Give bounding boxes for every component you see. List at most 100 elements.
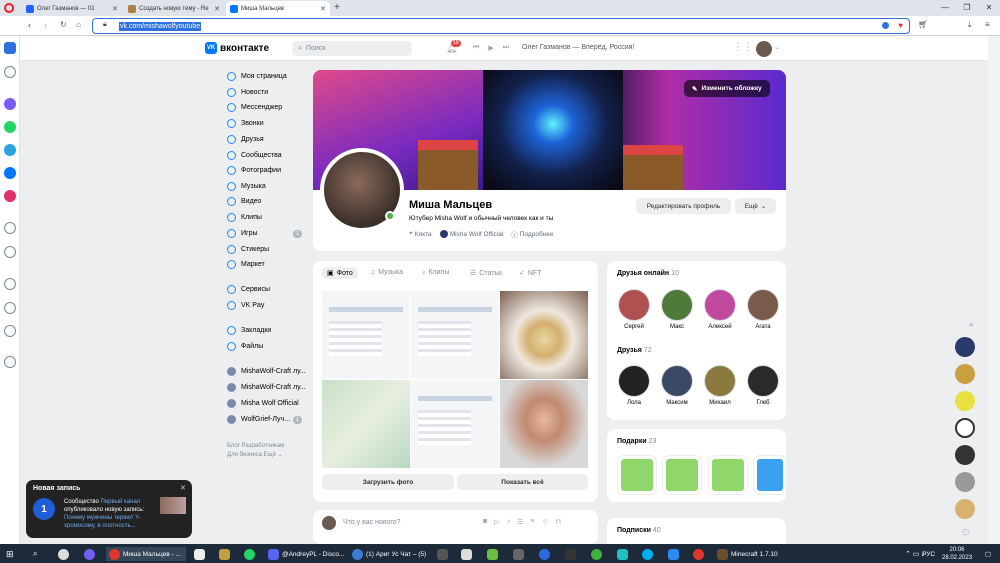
sidebar-item[interactable]: Моя страница [227, 72, 287, 81]
taskbar-app-opera[interactable]: Миша Мальцев - ... [106, 547, 186, 561]
toast-community[interactable]: Первый канал [101, 499, 141, 505]
url-text[interactable]: vk.com/mishawolfyoutube [119, 22, 202, 31]
tab-music[interactable]: ♫ Музыка [370, 269, 403, 276]
tips-icon[interactable] [4, 356, 16, 368]
sidebar-item[interactable]: Сервисы [227, 285, 270, 294]
upload-photo-button[interactable]: Загрузить фото [322, 474, 454, 490]
friend-item[interactable]: Сергей [616, 289, 652, 330]
messenger-icon[interactable] [4, 98, 16, 110]
favorites-icon[interactable] [4, 278, 16, 290]
profile-group[interactable]: Misha Wolf Official [450, 231, 504, 238]
friend-item[interactable]: Максим [659, 365, 695, 406]
user-avatar[interactable] [756, 41, 772, 57]
photo-thumbnail[interactable] [500, 380, 588, 468]
yandex-icon[interactable] [693, 547, 704, 561]
chat-avatar[interactable] [955, 391, 975, 411]
show-all-button[interactable]: Показать всё [457, 474, 588, 490]
friend-item[interactable]: Лола [616, 365, 652, 406]
language-indicator[interactable]: РУС [922, 547, 935, 561]
chat-avatar[interactable] [955, 364, 975, 384]
start-button[interactable]: ⊞ [6, 547, 14, 561]
tab-articles[interactable]: ☰ Статьи [470, 269, 502, 278]
tab-close-icon[interactable]: ✕ [320, 5, 326, 13]
bluestacks-icon[interactable] [487, 547, 498, 561]
edit-profile-button[interactable]: Редактировать профиль [636, 198, 731, 214]
clock[interactable]: 20:06 28.02.2023 [942, 546, 972, 562]
chat-avatar[interactable] [955, 472, 975, 492]
sidebar-item[interactable]: Игры 1 [227, 229, 303, 238]
sidebar-item[interactable]: MishaWolf-Craft лу... [227, 367, 306, 376]
maximize-button[interactable]: ❐ [956, 0, 978, 16]
apps-grid-icon[interactable]: ⋮⋮ [733, 42, 753, 53]
minimize-button[interactable]: — [934, 0, 956, 16]
app-icon[interactable] [513, 547, 524, 561]
edit-cover-button[interactable]: ✎ Изменить обложку [684, 80, 770, 97]
speed-dial-icon[interactable] [4, 66, 16, 78]
gift-item[interactable] [663, 456, 701, 494]
tab-nft[interactable]: ✓ NFT [519, 269, 541, 278]
video-icon[interactable]: ▷ [494, 518, 499, 526]
heart-icon[interactable]: ♥ [898, 21, 903, 30]
app-icon[interactable] [565, 547, 576, 561]
browser-tab[interactable]: Олег Газманов — 01 ✕ [22, 1, 122, 16]
telegram-icon[interactable] [4, 144, 16, 156]
now-playing[interactable]: Олег Газманов — Вперёд, Россия! [522, 44, 634, 51]
poll-icon[interactable]: ≡ [530, 518, 534, 526]
sidebar-item[interactable]: Стикеры [227, 245, 269, 254]
profile-status[interactable]: Ютубер Misha Wolf и обычный человек как … [409, 215, 553, 222]
tab-close-icon[interactable]: ✕ [112, 5, 118, 13]
browser-tab[interactable]: Создать новую тему - Re ✕ [124, 1, 224, 16]
sidebar-item[interactable]: Закладки [227, 326, 271, 335]
chrome-icon[interactable] [58, 547, 69, 561]
tab-photos[interactable]: ▣ Фото [322, 267, 358, 279]
sidebar-item[interactable]: Сообщества [227, 151, 282, 160]
toast-headline[interactable]: Почему мужчины теряют Y-хромосому, в пло… [64, 515, 141, 529]
photo-thumbnail[interactable] [322, 380, 410, 468]
skype-icon[interactable] [642, 547, 653, 561]
sidebar-item[interactable]: Файлы [227, 342, 263, 351]
sidebar-item[interactable]: Звонки [227, 119, 264, 128]
whatsapp-icon[interactable] [4, 121, 16, 133]
lock-icon[interactable]: ⊓ [556, 518, 561, 526]
sidebar-item[interactable]: Маркет [227, 260, 265, 269]
vk-icon[interactable] [4, 167, 16, 179]
app-icon[interactable] [668, 547, 679, 561]
gifts-title[interactable]: Подарки 23 [617, 438, 656, 445]
chats-icon[interactable]: 💬︎ [961, 528, 971, 537]
vpn-icon[interactable] [882, 22, 889, 29]
profile-city[interactable]: Кяхта [415, 231, 432, 238]
url-field[interactable]: 🔒︎ vk.com/mishawolfyoutube ♥ [92, 18, 910, 34]
subscriptions-title[interactable]: Подписки 40 [617, 527, 661, 534]
chat-avatar[interactable] [955, 337, 975, 357]
taskbar-app-discord[interactable]: @AndreyPL - Disco... [268, 547, 344, 561]
footer-links-1[interactable]: Блог Разработчикам [227, 442, 284, 451]
gift-item[interactable] [618, 456, 656, 494]
menu-icon[interactable]: ≡ [985, 20, 990, 29]
sidebar-item[interactable]: Друзья [227, 135, 264, 144]
sidebar-item[interactable]: Мессенджер [227, 103, 282, 112]
chat-avatar[interactable] [955, 499, 975, 519]
gift-item[interactable] [709, 456, 747, 494]
taskbar-app-chat[interactable]: (1) Ариг Ус Чат – (5) [352, 547, 426, 561]
reload-icon[interactable]: ↻ [60, 20, 67, 29]
sidebar-item[interactable]: VK Pay [227, 301, 264, 310]
back-icon[interactable]: ‹ [28, 20, 31, 30]
app-icon[interactable] [461, 547, 472, 561]
sidebar-item[interactable]: Клипы [227, 213, 262, 222]
music-icon[interactable]: ♪ [507, 518, 511, 526]
app-icon[interactable] [539, 547, 550, 561]
player-icon[interactable] [4, 222, 16, 234]
home-icon[interactable]: ⌂ [76, 20, 81, 29]
new-tab-button[interactable]: + [334, 2, 340, 13]
photo-thumbnail[interactable] [500, 291, 588, 379]
app-icon[interactable] [437, 547, 448, 561]
next-track-icon[interactable]: ⏭ [503, 44, 509, 52]
file-icon[interactable] [194, 547, 205, 561]
browser-tab-active[interactable]: Миша Мальцев ✕ [226, 1, 330, 16]
sidebar-item[interactable]: Фотографии [227, 166, 281, 175]
home-icon[interactable] [4, 42, 16, 54]
app-icon[interactable] [617, 547, 628, 561]
viber-icon[interactable] [84, 547, 95, 561]
friends-online-title[interactable]: Друзья онлайн 10 [617, 270, 679, 277]
play-icon[interactable]: ▶ [488, 44, 493, 52]
